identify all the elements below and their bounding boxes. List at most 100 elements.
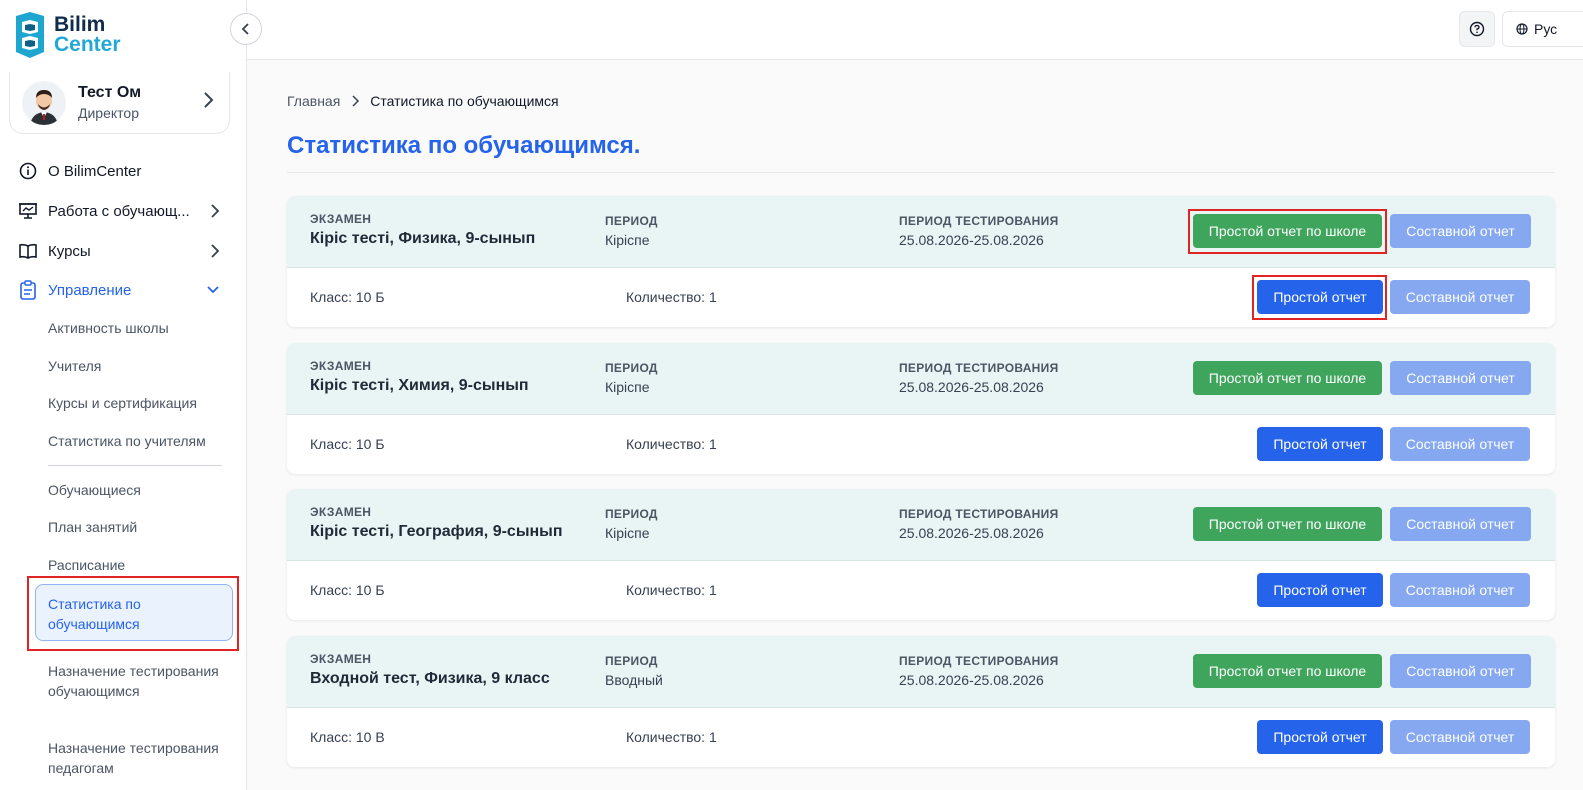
breadcrumb-home[interactable]: Главная <box>287 93 340 109</box>
profile-role: Директор <box>78 105 139 121</box>
count-value: Количество: 1 <box>626 436 717 452</box>
submenu-assign-student-testing[interactable]: Назначение тестирования обучающимся <box>48 661 228 701</box>
exam-card: ЭКЗАМЕН Входной тест, Физика, 9 класс ПЕ… <box>287 636 1555 767</box>
nav-students-work[interactable]: Работа с обучающ... <box>18 199 223 223</box>
class-composite-report-button[interactable]: Составной отчет <box>1390 573 1530 607</box>
exam-name: Кіріс тесті, География, 9-сынып <box>310 523 563 540</box>
class-value: Класс: 10 Б <box>310 289 385 305</box>
period-value: Кіріспе <box>605 525 650 541</box>
exam-label: ЭКЗАМЕН <box>310 359 372 373</box>
exam-label: ЭКЗАМЕН <box>310 505 372 519</box>
submenu-assign-teacher-testing[interactable]: Назначение тестирования педагогам <box>48 738 228 778</box>
composite-report-button[interactable]: Составной отчет <box>1390 214 1531 248</box>
class-value: Класс: 10 В <box>310 729 385 745</box>
sidebar: Bilim Center Тест Ом Директор О BilimCen <box>0 0 247 790</box>
logo-icon <box>16 12 44 58</box>
chevron-right-icon <box>211 204 220 218</box>
exam-name: Кіріс тесті, Физика, 9-сынып <box>310 230 536 247</box>
chevron-right-icon <box>211 244 220 258</box>
submenu-teachers[interactable]: Учителя <box>48 356 228 376</box>
test-period-label: ПЕРИОД ТЕСТИРОВАНИЯ <box>899 654 1059 668</box>
class-composite-report-button[interactable]: Составной отчет <box>1390 280 1530 314</box>
page-title: Статистика по обучающимся. <box>287 132 641 159</box>
breadcrumb-current: Статистика по обучающимся <box>370 93 559 109</box>
logo-text-center: Center <box>54 33 121 56</box>
test-period-value: 25.08.2026-25.08.2026 <box>899 232 1044 248</box>
count-value: Количество: 1 <box>626 582 717 598</box>
composite-report-button[interactable]: Составной отчет <box>1390 654 1531 688</box>
profile-name: Тест Ом <box>78 84 142 101</box>
language-label: Рус <box>1534 21 1558 37</box>
logo[interactable]: Bilim Center <box>12 12 121 58</box>
class-composite-report-button[interactable]: Составной отчет <box>1390 427 1530 461</box>
school-report-button[interactable]: Простой отчет по школе <box>1193 361 1382 395</box>
test-period-label: ПЕРИОД ТЕСТИРОВАНИЯ <box>899 507 1059 521</box>
submenu-courses-certification[interactable]: Курсы и сертификация <box>48 393 228 413</box>
composite-report-button[interactable]: Составной отчет <box>1390 507 1531 541</box>
nav-management-label: Управление <box>48 281 132 299</box>
submenu-lesson-plan[interactable]: План занятий <box>48 517 228 537</box>
chevron-down-icon <box>207 286 219 294</box>
exam-label: ЭКЗАМЕН <box>310 212 372 226</box>
info-icon <box>18 161 38 181</box>
count-value: Количество: 1 <box>626 289 717 305</box>
chevron-right-icon <box>352 95 360 107</box>
nav-management[interactable]: Управление <box>18 278 223 302</box>
sidebar-collapse-button[interactable] <box>230 13 262 45</box>
school-report-button[interactable]: Простой отчет по школе <box>1193 654 1382 688</box>
submenu-teacher-stats[interactable]: Статистика по учителям <box>48 431 228 451</box>
exam-name: Кіріс тесті, Химия, 9-сынып <box>310 377 529 394</box>
language-selector[interactable]: Рус <box>1502 11 1583 47</box>
test-period-value: 25.08.2026-25.08.2026 <box>899 672 1044 688</box>
class-composite-report-button[interactable]: Составной отчет <box>1390 720 1530 754</box>
count-value: Количество: 1 <box>626 729 717 745</box>
clipboard-icon <box>18 280 38 300</box>
simple-report-button[interactable]: Простой отчет <box>1257 720 1383 754</box>
profile-card[interactable]: Тест Ом Директор <box>9 72 230 134</box>
nav-about[interactable]: О BilimCenter <box>18 159 223 183</box>
exam-card: ЭКЗАМЕН Кіріс тесті, География, 9-сынып … <box>287 489 1555 620</box>
test-period-label: ПЕРИОД ТЕСТИРОВАНИЯ <box>899 214 1059 228</box>
period-label: ПЕРИОД <box>605 654 658 668</box>
composite-report-button[interactable]: Составной отчет <box>1390 361 1531 395</box>
chevron-left-icon <box>241 23 249 35</box>
simple-report-button[interactable]: Простой отчет <box>1257 280 1383 314</box>
school-report-button[interactable]: Простой отчет по школе <box>1193 214 1382 248</box>
nav-courses[interactable]: Курсы <box>18 239 223 263</box>
submenu-student-stats[interactable]: Статистика по обучающимся <box>35 584 233 641</box>
submenu-divider <box>48 465 222 466</box>
nav-courses-label: Курсы <box>48 242 91 260</box>
avatar <box>22 80 66 125</box>
book-icon <box>18 241 38 261</box>
submenu-schedule[interactable]: Расписание <box>48 555 228 575</box>
help-button[interactable] <box>1459 11 1495 47</box>
exam-label: ЭКЗАМЕН <box>310 652 372 666</box>
globe-icon <box>1516 23 1528 35</box>
test-period-value: 25.08.2026-25.08.2026 <box>899 525 1044 541</box>
presentation-icon <box>18 201 38 221</box>
nav-students-work-label: Работа с обучающ... <box>48 202 190 220</box>
period-label: ПЕРИОД <box>605 361 658 375</box>
submenu-students[interactable]: Обучающиеся <box>48 480 228 500</box>
title-divider <box>287 172 1554 173</box>
class-value: Класс: 10 Б <box>310 582 385 598</box>
chevron-right-icon <box>204 92 214 108</box>
period-value: Кіріспе <box>605 379 650 395</box>
period-label: ПЕРИОД <box>605 507 658 521</box>
test-period-value: 25.08.2026-25.08.2026 <box>899 379 1044 395</box>
test-period-label: ПЕРИОД ТЕСТИРОВАНИЯ <box>899 361 1059 375</box>
exam-card: ЭКЗАМЕН Кіріс тесті, Физика, 9-сынып ПЕР… <box>287 196 1555 327</box>
period-value: Кіріспе <box>605 232 650 248</box>
simple-report-button[interactable]: Простой отчет <box>1257 573 1383 607</box>
school-report-button[interactable]: Простой отчет по школе <box>1193 507 1382 541</box>
submenu-school-activity[interactable]: Активность школы <box>48 318 228 338</box>
period-value: Вводный <box>605 672 663 688</box>
nav-about-label: О BilimCenter <box>48 162 142 180</box>
topbar <box>247 0 1583 60</box>
breadcrumb: Главная Статистика по обучающимся <box>287 93 559 109</box>
exam-name: Входной тест, Физика, 9 класс <box>310 670 550 687</box>
simple-report-button[interactable]: Простой отчет <box>1257 427 1383 461</box>
class-value: Класс: 10 Б <box>310 436 385 452</box>
logo-text-bilim: Bilim <box>54 13 106 36</box>
period-label: ПЕРИОД <box>605 214 658 228</box>
